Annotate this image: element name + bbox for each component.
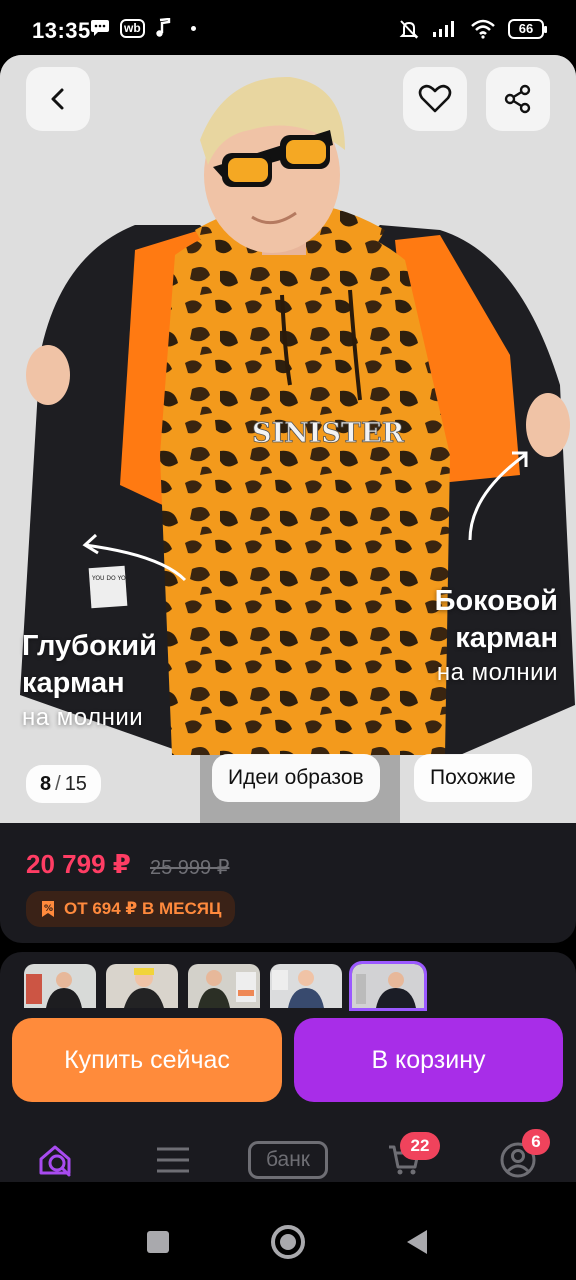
signal-icon <box>433 21 454 37</box>
image-counter: 8 / 15 <box>26 765 101 803</box>
thumbnail[interactable] <box>24 964 96 1008</box>
home-button[interactable] <box>271 1225 305 1259</box>
caption-side-pocket: Боковой карман на молнии <box>434 585 558 686</box>
add-to-cart-button[interactable]: В корзину <box>294 1018 563 1102</box>
old-price: 25 999 ₽ <box>150 857 230 879</box>
tab-catalog[interactable] <box>149 1136 197 1184</box>
thumbnail[interactable] <box>188 964 260 1008</box>
hoodie-print-text: SINISTER <box>252 418 405 449</box>
bottom-tab-bar: банк 22 6 <box>0 1120 576 1200</box>
system-nav-bar <box>0 1200 576 1280</box>
product-gallery[interactable]: SINISTER YOU DO YOU Глубокий карман на м… <box>0 55 576 823</box>
recent-apps-button[interactable] <box>147 1231 169 1253</box>
thumbnail[interactable] <box>106 964 178 1008</box>
profile-count-badge: 6 <box>522 1129 550 1155</box>
battery-indicator: 66 <box>508 19 547 39</box>
back-button[interactable] <box>26 67 90 131</box>
thumbnail-selected[interactable] <box>349 961 427 1011</box>
status-bar: 13:35 wb 66 <box>0 0 576 62</box>
message-icon <box>91 20 109 36</box>
back-icon <box>51 88 64 110</box>
cart-count-badge: 22 <box>400 1132 440 1160</box>
patch-text: YOU DO YOU <box>91 575 130 582</box>
price: 20 799 ₽ <box>26 849 131 879</box>
price-section: 20 799 ₽ 25 999 ₽ % ОТ 694 ₽ В МЕСЯЦ <box>0 823 576 943</box>
installment-badge[interactable]: % ОТ 694 ₽ В МЕСЯЦ <box>26 891 236 927</box>
share-icon <box>504 84 531 114</box>
back-nav-icon[interactable] <box>405 1228 429 1256</box>
heart-icon <box>418 84 452 113</box>
catalog-icon <box>157 1147 189 1173</box>
tab-bank[interactable]: банк <box>248 1141 328 1179</box>
outfit-ideas-button[interactable]: Идеи образов <box>212 754 380 802</box>
buy-now-button[interactable]: Купить сейчас <box>12 1018 282 1102</box>
installment-icon: % <box>42 901 54 917</box>
wb-app-badge: wb <box>120 18 145 38</box>
status-time: 13:35 <box>32 18 91 43</box>
dot-icon <box>190 25 196 31</box>
tab-home[interactable] <box>34 1136 82 1184</box>
music-icon <box>155 18 170 37</box>
share-button[interactable] <box>486 67 550 131</box>
mute-bell-icon <box>399 20 419 39</box>
favorite-button[interactable] <box>403 67 467 131</box>
thumbnail-strip <box>24 961 427 1011</box>
thumbnail[interactable] <box>270 964 342 1008</box>
wifi-icon <box>471 19 495 39</box>
similar-button[interactable]: Похожие <box>414 754 532 802</box>
caption-deep-pocket: Глубокий карман на молнии <box>22 630 157 731</box>
home-search-icon <box>39 1145 71 1177</box>
svg-text:%: % <box>44 904 53 914</box>
